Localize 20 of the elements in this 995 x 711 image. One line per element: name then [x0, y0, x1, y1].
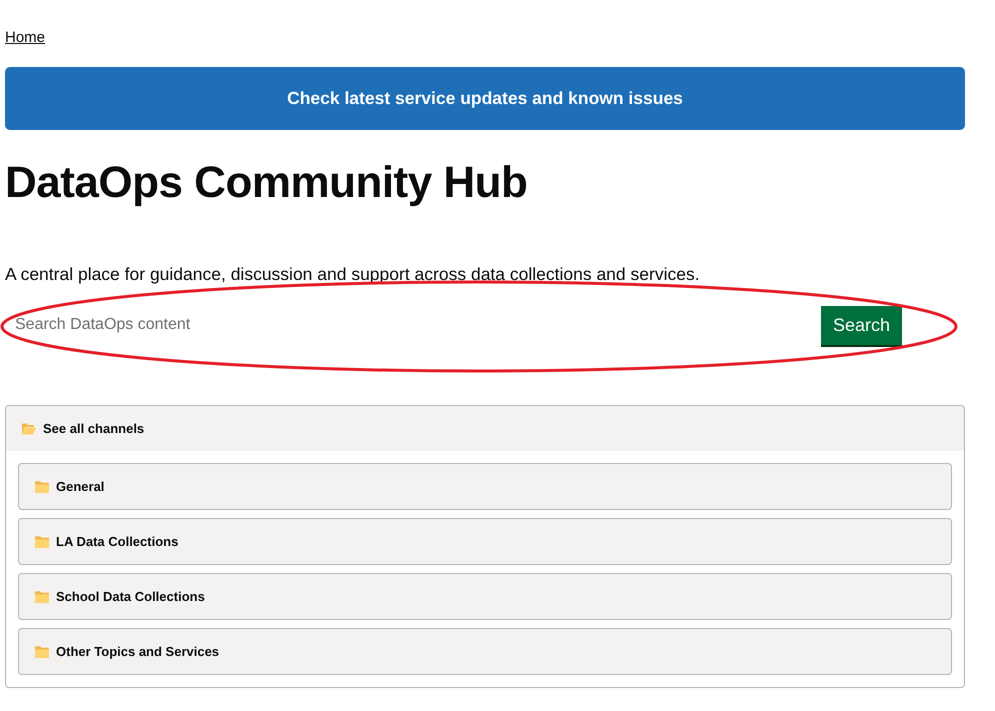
- open-folder-icon: [22, 422, 36, 434]
- search-button[interactable]: Search: [821, 306, 902, 344]
- service-updates-banner[interactable]: Check latest service updates and known issues: [5, 67, 965, 130]
- channel-label: General: [56, 478, 104, 496]
- folder-icon: [35, 536, 49, 548]
- channel-item[interactable]: Other Topics and Services: [18, 628, 952, 675]
- folder-icon: [35, 590, 49, 602]
- channel-item[interactable]: School Data Collections: [18, 573, 952, 620]
- channel-label: School Data Collections: [56, 588, 205, 606]
- folder-icon: [35, 480, 49, 492]
- page-title: DataOps Community Hub: [5, 157, 528, 209]
- channel-label: Other Topics and Services: [56, 642, 220, 661]
- channel-label: LA Data Collections: [56, 532, 178, 551]
- channels-header-label: See all channels: [43, 420, 144, 438]
- home-link[interactable]: Home: [5, 29, 46, 47]
- folder-icon: [35, 646, 49, 658]
- channel-item[interactable]: General: [18, 463, 952, 510]
- page-description: A central place for guidance, discussion and support across data collections and services.: [5, 263, 700, 285]
- channel-item[interactable]: LA Data Collections: [18, 518, 952, 565]
- channels-header[interactable]: See all channels: [6, 406, 964, 451]
